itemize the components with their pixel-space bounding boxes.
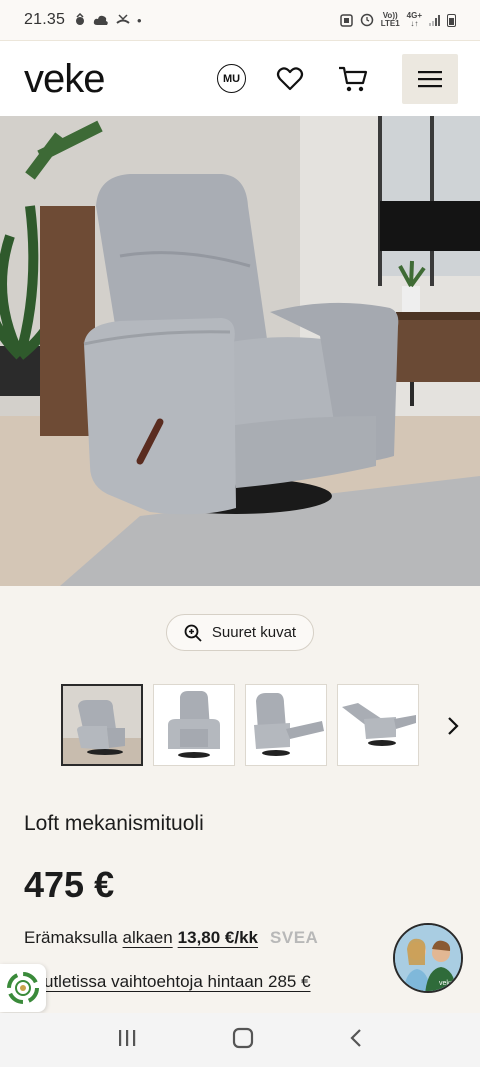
cart-button[interactable]	[338, 65, 368, 93]
notification-icon	[76, 13, 85, 25]
sustainability-badge[interactable]	[0, 964, 46, 1012]
menu-button[interactable]	[402, 53, 458, 104]
recycle-icon	[7, 972, 39, 1004]
account-button[interactable]: MU	[217, 64, 246, 93]
wishlist-button[interactable]	[276, 66, 304, 92]
status-notification-icons: •	[73, 13, 142, 28]
svg-text:veke: veke	[439, 980, 454, 987]
product-main-image[interactable]	[0, 116, 480, 586]
product-price: 475 €	[24, 864, 115, 905]
status-time: 21.35	[24, 11, 66, 28]
status-bar: 21.35 • Vo)) LTE1 4G+ ↓↑	[0, 0, 480, 40]
installment-amount: 13,80 €/kk	[177, 928, 259, 947]
cloud-icon	[93, 15, 108, 25]
site-header: veke MU	[0, 40, 480, 116]
armchair-photo	[0, 116, 480, 586]
thumbnail-1[interactable]	[61, 684, 143, 766]
network-indicator: Vo)) LTE1	[381, 12, 400, 28]
product-title: Loft mekanismituoli	[24, 812, 204, 835]
back-icon	[350, 1028, 361, 1047]
support-avatar-icon: veke	[395, 925, 461, 991]
outlet-link[interactable]: utletissa vaihtoehtoja hintaan 285 €	[44, 972, 311, 992]
thumbnail-next-button[interactable]	[444, 714, 462, 738]
heart-icon	[276, 66, 304, 90]
home-button[interactable]	[232, 1027, 254, 1054]
network-type: 4G+ ↓↑	[406, 11, 422, 28]
installment-link[interactable]: alkaen 13,80 €/kk	[123, 928, 258, 948]
system-navigation-bar	[0, 1013, 480, 1067]
recent-apps-icon	[119, 1029, 136, 1046]
home-icon	[232, 1027, 254, 1048]
thumbnail-strip	[61, 684, 419, 766]
chevron-right-icon	[448, 717, 459, 735]
battery-icon	[447, 13, 456, 27]
missed-call-icon	[116, 14, 130, 24]
large-images-label: Suuret kuvat	[211, 624, 297, 641]
network-lte-label: LTE1	[380, 19, 400, 28]
status-system-icons: Vo)) LTE1 4G+ ↓↑	[339, 11, 456, 28]
signal-icon	[429, 14, 440, 26]
cart-icon	[339, 66, 368, 91]
svea-logo: SVEA	[270, 928, 319, 947]
thumbnail-3[interactable]	[245, 684, 327, 766]
customer-service-chat-button[interactable]: veke	[393, 923, 463, 993]
clock-icon	[360, 13, 373, 27]
installment-info: Erämaksulla alkaen 13,80 €/kk SVEA	[24, 928, 318, 948]
zoom-in-icon	[184, 624, 202, 642]
large-images-button[interactable]: Suuret kuvat	[166, 614, 314, 651]
menu-icon	[418, 70, 442, 87]
header-actions: MU	[217, 53, 458, 104]
back-button[interactable]	[349, 1027, 363, 1054]
recent-apps-button[interactable]	[117, 1029, 137, 1052]
installment-link-label: alkaen	[122, 928, 173, 947]
thumbnail-4[interactable]	[337, 684, 419, 766]
alarm-icon	[339, 14, 353, 27]
installment-prefix: Erämaksulla	[24, 928, 118, 947]
veke-logo[interactable]: veke	[24, 59, 105, 99]
status-dot: •	[137, 12, 142, 28]
thumbnail-2[interactable]	[153, 684, 235, 766]
network-type-label: 4G+	[406, 11, 422, 20]
